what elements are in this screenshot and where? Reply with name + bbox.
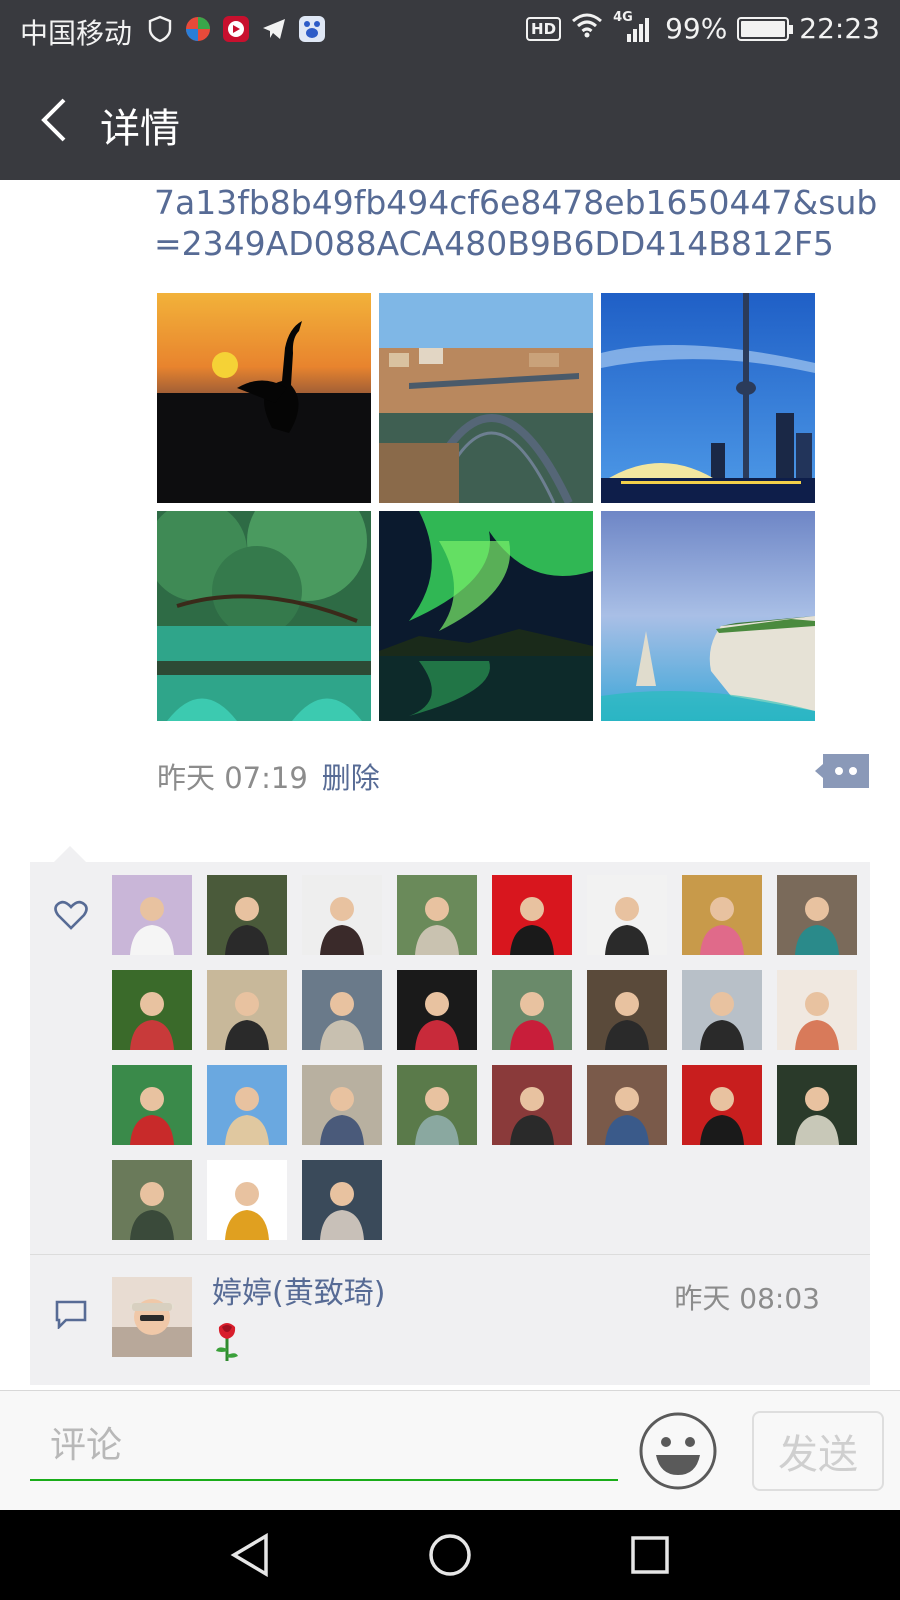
photo-thumbnail[interactable] — [601, 511, 815, 721]
liker-avatar[interactable] — [492, 970, 572, 1050]
nav-home-button[interactable] — [425, 1530, 475, 1580]
liker-avatar[interactable] — [777, 1065, 857, 1145]
photo-grid — [157, 293, 817, 721]
comment-time: 昨天 08:03 — [674, 1282, 820, 1315]
liker-avatar[interactable] — [302, 970, 382, 1050]
post-time: 昨天 07:19 — [157, 761, 308, 795]
video-app-icon — [221, 14, 251, 44]
battery-percent: 99% — [665, 12, 728, 45]
likes-section — [30, 862, 870, 1254]
wifi-icon — [571, 12, 603, 45]
commenter-avatar[interactable] — [112, 1277, 192, 1357]
liker-avatar[interactable] — [682, 970, 762, 1050]
heart-icon — [54, 900, 88, 930]
notification-icons — [145, 14, 327, 44]
app-ball-icon — [183, 14, 213, 44]
page-title: 详情 — [100, 106, 180, 152]
system-status: HD 4G 99% 22:23 — [526, 10, 880, 45]
nav-back-button[interactable] — [225, 1530, 275, 1580]
liker-avatar[interactable] — [397, 1065, 477, 1145]
comment-icon — [55, 1300, 87, 1329]
system-nav-bar — [0, 1510, 900, 1600]
signal-icon: 4G — [613, 10, 655, 44]
smiley-icon — [639, 1412, 717, 1490]
send-button[interactable]: 发送 — [752, 1411, 884, 1491]
liker-avatar[interactable] — [207, 875, 287, 955]
carrier-name: 中国移动 — [20, 17, 133, 50]
liker-avatar[interactable] — [207, 970, 287, 1050]
liker-avatar[interactable] — [112, 1065, 192, 1145]
shield-icon — [145, 14, 175, 44]
liker-avatar[interactable] — [397, 970, 477, 1050]
moment-detail: 7a13fb8b49fb494cf6e8478eb1650447&sub=234… — [0, 180, 900, 1390]
liker-avatar[interactable] — [207, 1160, 287, 1240]
photo-thumbnail[interactable] — [157, 293, 371, 503]
interaction-panel: 婷婷(黄致琦) 昨天 08:03 — [30, 846, 870, 1385]
liker-avatar[interactable] — [207, 1065, 287, 1145]
commenter-name[interactable]: 婷婷(黄致琦) — [212, 1277, 385, 1311]
liker-avatar[interactable] — [302, 1065, 382, 1145]
baidu-icon — [297, 14, 327, 44]
liker-avatar[interactable] — [112, 970, 192, 1050]
nav-recents-button[interactable] — [625, 1530, 675, 1580]
comments-section: 婷婷(黄致琦) 昨天 08:03 — [30, 1254, 870, 1385]
hd-badge: HD — [526, 16, 562, 41]
more-actions-button[interactable] — [815, 752, 870, 790]
liker-avatar[interactable] — [777, 875, 857, 955]
photo-thumbnail[interactable] — [157, 511, 371, 721]
comment-input-bar: 发送 — [0, 1390, 900, 1510]
comment-body: 婷婷(黄致琦) — [212, 1277, 385, 1361]
liker-avatar[interactable] — [302, 875, 382, 955]
photo-thumbnail[interactable] — [601, 293, 815, 503]
triangle-back-icon — [230, 1533, 268, 1577]
comment-content — [212, 1321, 385, 1361]
liker-avatars — [112, 875, 870, 1240]
battery-icon — [737, 16, 794, 41]
liker-avatar[interactable] — [492, 875, 572, 955]
telegram-icon — [259, 14, 289, 44]
liker-avatar[interactable] — [777, 970, 857, 1050]
back-arrow-icon — [41, 98, 66, 142]
liker-avatar[interactable] — [682, 1065, 762, 1145]
title-bar: 详情 — [0, 62, 900, 180]
square-recents-icon — [631, 1536, 669, 1574]
photo-thumbnail[interactable] — [379, 293, 593, 503]
photo-thumbnail[interactable] — [379, 511, 593, 721]
more-dots-icon — [815, 754, 869, 788]
liker-avatar[interactable] — [397, 875, 477, 955]
liker-avatar[interactable] — [112, 1160, 192, 1240]
status-bar: 中国移动 HD 4G 99% 22:23 — [0, 0, 900, 62]
liker-avatar[interactable] — [587, 970, 667, 1050]
comment-input[interactable] — [30, 1411, 618, 1481]
liker-avatar[interactable] — [302, 1160, 382, 1240]
post-meta: 昨天 07:19 删除 — [157, 755, 380, 797]
post-link-text[interactable]: 7a13fb8b49fb494cf6e8478eb1650447&sub=234… — [154, 182, 884, 264]
emoji-button[interactable] — [638, 1411, 718, 1491]
comment-item[interactable]: 婷婷(黄致琦) 昨天 08:03 — [112, 1277, 870, 1361]
back-button[interactable] — [28, 92, 78, 148]
liker-avatar[interactable] — [587, 1065, 667, 1145]
circle-home-icon — [429, 1534, 471, 1576]
liker-avatar[interactable] — [112, 875, 192, 955]
liker-avatar[interactable] — [587, 875, 667, 955]
delete-link[interactable]: 删除 — [322, 755, 380, 797]
rose-icon — [216, 1323, 238, 1361]
liker-avatar[interactable] — [492, 1065, 572, 1145]
liker-avatar[interactable] — [682, 875, 762, 955]
clock: 22:23 — [799, 12, 880, 45]
panel-arrow — [54, 846, 86, 862]
